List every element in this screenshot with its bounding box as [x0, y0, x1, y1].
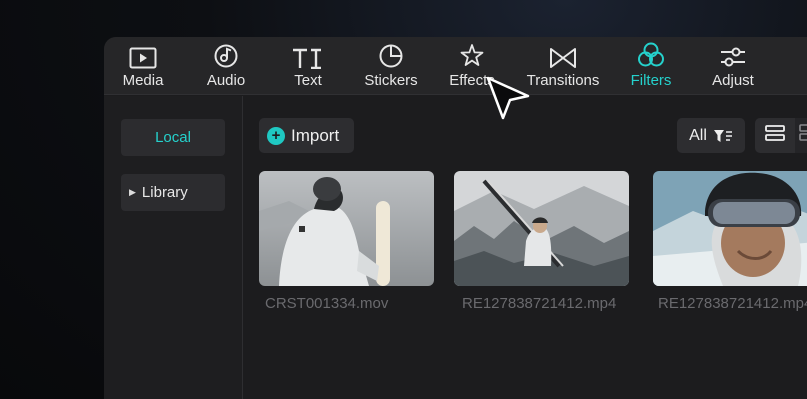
list-view-button[interactable] [755, 118, 795, 153]
sidebar-item-local-label: Local [155, 129, 191, 146]
sidebar-item-local[interactable]: Local [121, 119, 225, 156]
media-thumbnail[interactable] [653, 171, 807, 286]
media-icon [129, 37, 157, 69]
tab-filters[interactable]: Filters [626, 37, 676, 95]
tab-adjust[interactable]: Adjust [710, 37, 756, 95]
skier-closeup-image [653, 171, 807, 286]
grid-view-button[interactable] [795, 118, 807, 153]
sidebar-item-library-label: Library [141, 184, 188, 201]
tab-transitions[interactable]: Transitions [521, 37, 605, 95]
toolbar: Media Audio Text Stickers Effects Transi… [104, 37, 807, 95]
tab-filters-label: Filters [630, 72, 672, 89]
sidebar-item-library[interactable]: ▶ Library [121, 174, 225, 211]
plus-icon: + [267, 126, 285, 145]
tab-transitions-label: Transitions [526, 72, 600, 89]
tab-text-label: Text [294, 72, 322, 89]
tab-text[interactable]: Text [290, 37, 326, 95]
filter-all-button[interactable]: All [677, 118, 745, 153]
sidebar: Local ▶ Library [104, 96, 243, 399]
effects-icon [459, 37, 485, 69]
import-button[interactable]: + Import [259, 118, 354, 153]
media-filename: CRST001334.mov [265, 295, 389, 312]
skier-back-image [259, 171, 434, 286]
stickers-icon [378, 37, 404, 69]
filter-all-label: All [689, 126, 707, 144]
import-label: Import [291, 125, 340, 145]
tab-stickers-label: Stickers [364, 72, 418, 89]
tab-stickers[interactable]: Stickers [361, 37, 421, 95]
text-icon [291, 37, 325, 69]
media-thumbnail[interactable] [259, 171, 434, 286]
tab-audio-label: Audio [206, 72, 246, 89]
tab-media-label: Media [122, 72, 164, 89]
media-filename: RE127838721412.mp4 [658, 295, 807, 312]
media-panel: + Import All CRST001334.mov RE1278387214… [244, 96, 807, 399]
list-view-icon [765, 125, 785, 146]
tab-adjust-label: Adjust [712, 72, 754, 89]
media-thumbnail[interactable] [454, 171, 629, 286]
media-filename: RE127838721412.mp4 [462, 295, 617, 312]
mouse-cursor-icon [486, 76, 530, 127]
caret-right-icon: ▶ [129, 187, 136, 197]
filter-icon [713, 129, 733, 143]
transitions-icon [549, 37, 577, 69]
audio-icon [213, 37, 239, 69]
editor-window: Media Audio Text Stickers Effects Transi… [104, 37, 807, 399]
grid-view-icon [799, 124, 807, 147]
skier-mountain-image [454, 171, 629, 286]
filters-icon [637, 37, 665, 69]
tab-audio[interactable]: Audio [204, 37, 248, 95]
tab-media[interactable]: Media [123, 37, 163, 95]
adjust-icon [719, 37, 747, 69]
